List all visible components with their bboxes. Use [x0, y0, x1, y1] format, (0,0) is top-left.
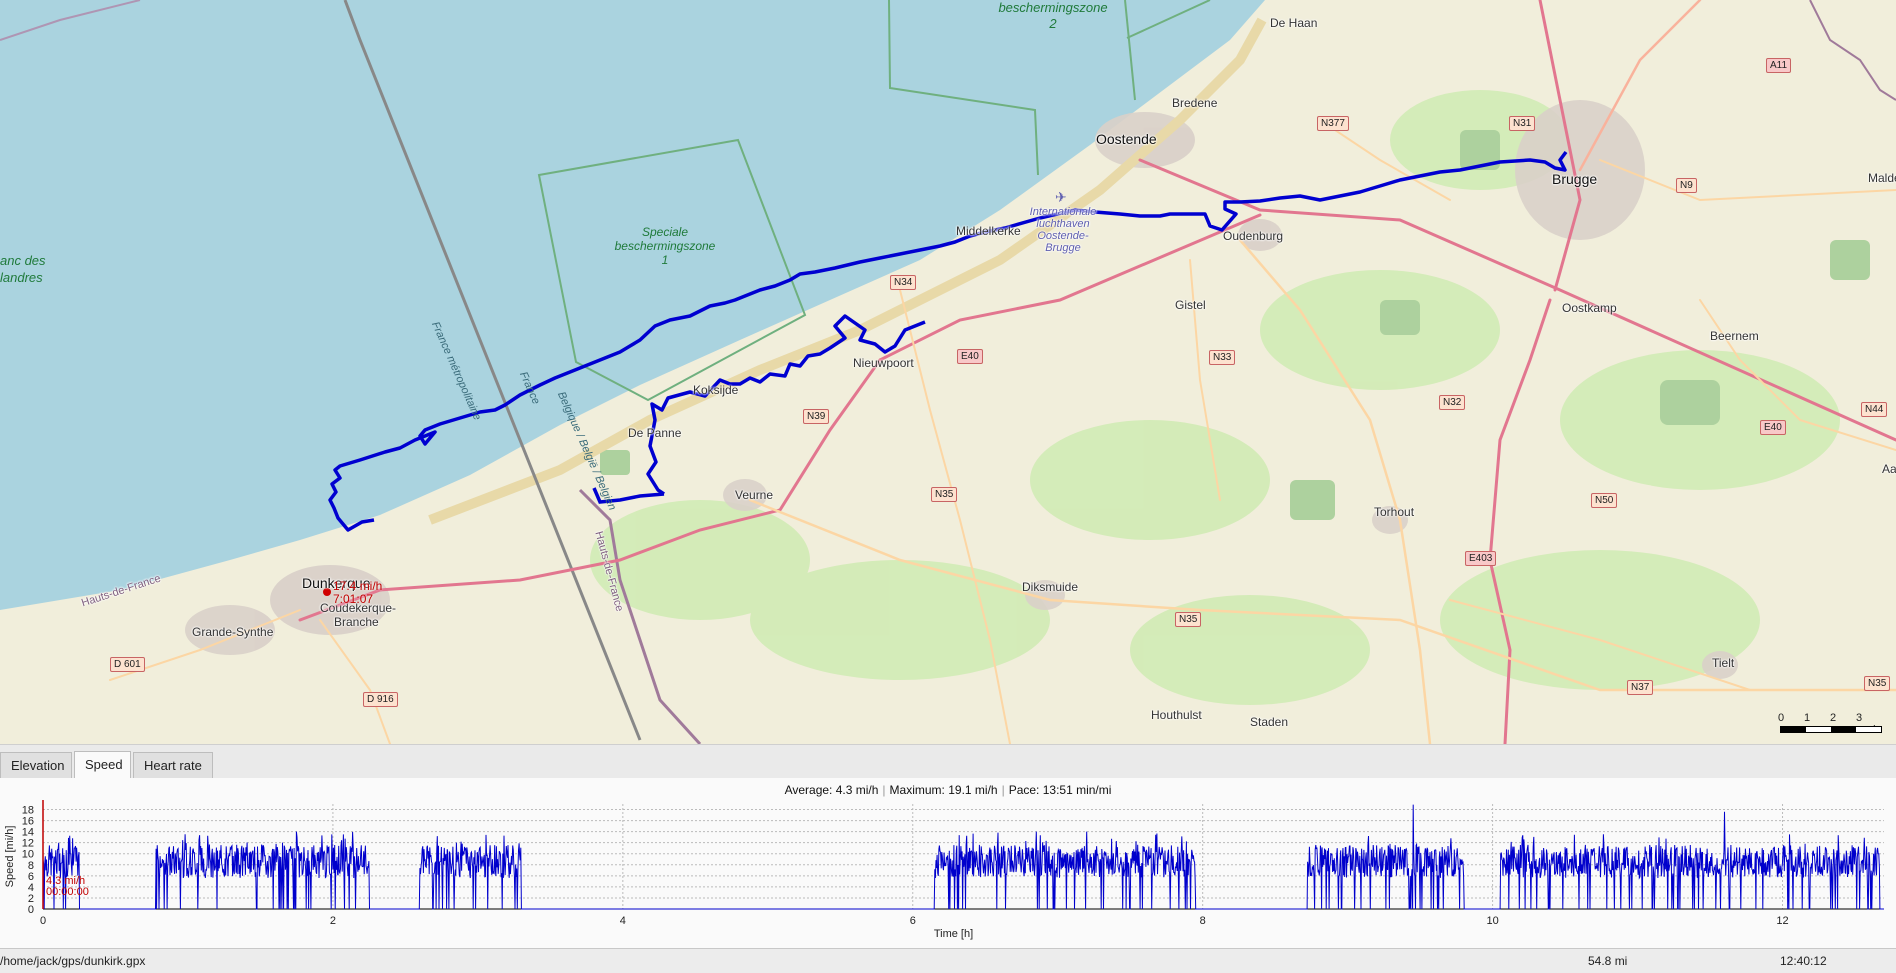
place-label: Beernem: [1710, 329, 1759, 343]
y-tick-label: 0: [28, 904, 34, 916]
road-shield: N33: [1209, 350, 1236, 365]
place-label: Koksijde: [693, 383, 739, 397]
road-shield: N32: [1439, 395, 1466, 410]
road-shield: N34: [890, 275, 917, 290]
road-shield: N35: [1175, 612, 1202, 627]
tab-heart-rate[interactable]: Heart rate: [133, 752, 213, 778]
road-shield: N44: [1861, 402, 1888, 417]
place-label: Nieuwpoort: [853, 356, 914, 370]
x-tick-label: 2: [330, 915, 336, 927]
road-shield: N50: [1591, 493, 1618, 508]
y-tick-label: 16: [22, 816, 34, 828]
place-label: Houthulst: [1151, 708, 1202, 722]
tab-speed[interactable]: Speed: [74, 751, 131, 779]
road-shield: N35: [1864, 676, 1891, 691]
x-tick-label: 6: [910, 915, 916, 927]
road-shield: N9: [1676, 178, 1697, 193]
banc-des-flandres-label: anc des landres: [0, 253, 46, 285]
total-distance: 54.8 mi: [1588, 954, 1628, 968]
place-label: Gistel: [1175, 298, 1206, 312]
x-tick-label: 0: [40, 915, 46, 927]
road-shield: E40: [957, 349, 983, 364]
place-label: Diksmuide: [1022, 580, 1079, 594]
graph-marker-info: 4.3 mi/h 00:00:00: [46, 876, 89, 898]
road-shield: A11: [1766, 58, 1792, 73]
y-tick-label: 2: [28, 893, 34, 905]
total-time: 12:40:12: [1780, 954, 1827, 968]
place-label: Veurne: [735, 488, 774, 502]
protection-zone-1-label: Speciale beschermingszone 1: [614, 225, 716, 267]
track-marker-time: 7:01:07: [333, 592, 374, 606]
y-tick-label: 14: [22, 827, 34, 839]
road-shield: E403: [1465, 551, 1497, 566]
road-shield: N37: [1627, 680, 1654, 695]
place-label: Bredene: [1172, 96, 1218, 110]
svg-text:✈: ✈: [1055, 190, 1067, 206]
speed-chart[interactable]: 0246810121416180 2 4 6 8 10 12Time [h]Speed [m…: [0, 778, 1896, 948]
place-label: Aa: [1882, 462, 1896, 476]
map-scale-bar: 0 1 2 3 mi.: [1774, 712, 1882, 736]
airport-label: Internationale luchthaven Oostende- Brugge: [1029, 206, 1097, 254]
y-tick-label: 18: [22, 805, 34, 817]
y-tick-label: 6: [28, 871, 34, 883]
place-label: Oudenburg: [1223, 229, 1284, 243]
place-label: De Haan: [1270, 16, 1318, 30]
road-shield: N31: [1509, 116, 1536, 131]
place-label: De Panne: [628, 426, 682, 440]
map-view[interactable]: ✈ De Haan Bredene Oostende Brugge Malde …: [0, 0, 1896, 744]
place-label: Middelkerke: [956, 224, 1021, 238]
y-tick-label: 12: [22, 838, 34, 850]
y-tick-label: 10: [22, 849, 34, 861]
tab-elevation[interactable]: Elevation: [0, 752, 72, 778]
road-shield: E40: [1760, 420, 1786, 435]
road-shield: D 916: [363, 692, 398, 707]
graph-tab-bar: Elevation Speed Heart rate: [0, 744, 1896, 780]
graph-marker-time: 00:00:00: [46, 886, 89, 898]
road-shield: D 601: [110, 657, 145, 672]
x-tick-label: 12: [1776, 915, 1788, 927]
file-path: /home/jack/gps/dunkirk.gpx: [0, 954, 146, 968]
y-tick-label: 4: [28, 882, 34, 894]
protection-zone-2-label: beschermingszone 2: [998, 0, 1108, 31]
place-label: Staden: [1250, 715, 1289, 729]
place-label: Oostkamp: [1562, 301, 1617, 315]
place-label: Brugge: [1552, 171, 1598, 187]
track-marker-info: 17.4 mi/h 7:01:07: [333, 580, 382, 606]
x-tick-label: 10: [1486, 915, 1498, 927]
place-label: Tielt: [1712, 656, 1735, 670]
road-shield: N39: [803, 409, 830, 424]
speed-graph-panel[interactable]: Average: 4.3 mi/h | Maximum: 19.1 mi/h | Pac…: [0, 778, 1896, 948]
place-label: Malde: [1868, 171, 1896, 185]
y-tick-label: 8: [28, 860, 34, 872]
status-bar: /home/jack/gps/dunkirk.gpx 54.8 mi 12:40…: [0, 948, 1896, 973]
place-label: Torhout: [1374, 505, 1415, 519]
y-axis-label: Speed [mi/h]: [4, 826, 16, 888]
map-canvas[interactable]: ✈: [0, 0, 1896, 744]
place-label: Grande-Synthe: [192, 625, 274, 639]
place-label: Branche: [334, 615, 379, 629]
road-shield: N377: [1317, 116, 1349, 131]
road-shield: N35: [931, 487, 958, 502]
x-tick-label: 4: [620, 915, 626, 927]
x-axis-label: Time [h]: [934, 928, 973, 940]
x-tick-label: 8: [1200, 915, 1206, 927]
place-label: Oostende: [1096, 131, 1157, 147]
